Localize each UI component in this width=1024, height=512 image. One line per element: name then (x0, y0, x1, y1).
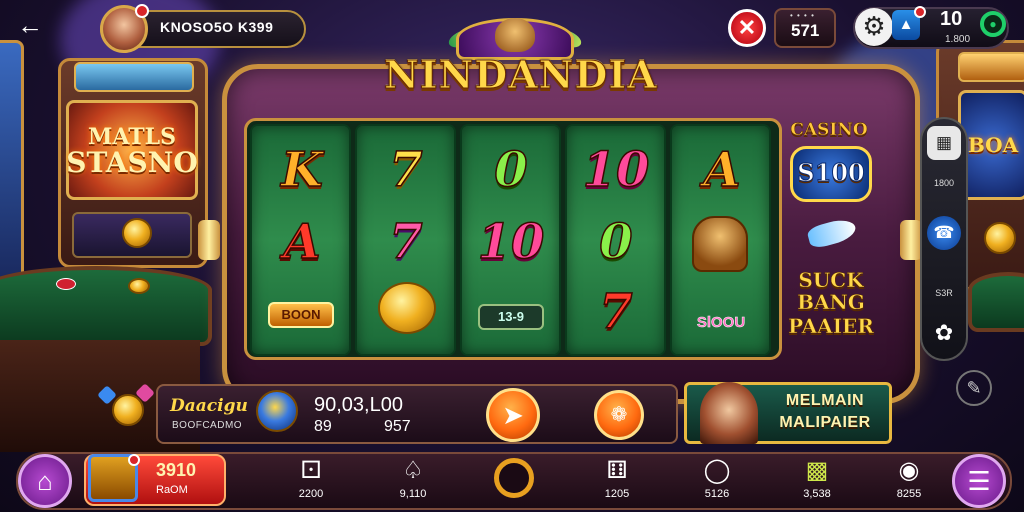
promo-line-3: PAAIER (788, 314, 874, 339)
medal-icon (256, 390, 298, 432)
nav-label-7: 8255 (896, 488, 922, 500)
left-machine-topscreen (74, 62, 194, 92)
autospin-button[interactable]: ❁ (594, 390, 644, 440)
reel-1-bottom-symbol: BOON (268, 302, 334, 328)
promo-host-avatar (700, 382, 758, 444)
nav-label-2: 9,110 (399, 488, 427, 500)
far-left-machine (0, 40, 24, 280)
reel-1-top-symbol: K (280, 141, 323, 199)
level-progress-text: 1.800 (945, 34, 971, 45)
table-chip-1 (128, 278, 150, 294)
nav-item-gamepad[interactable]: ◉ 8255 (874, 456, 944, 500)
gear-icon[interactable]: ⚙ (855, 8, 893, 46)
promo-line-1: SUCK (798, 268, 864, 293)
gems-pile-icon (97, 383, 155, 432)
edit-pen-icon[interactable]: ✎ (956, 370, 992, 406)
bet-stat-b: 957 (384, 418, 411, 435)
reel-3-top-symbol: 0 (494, 141, 529, 199)
left-machine-coin (122, 218, 152, 248)
chest-label: RaOM (156, 484, 188, 496)
counter-value: 571 (791, 21, 820, 40)
reel-3-bottom-symbol: 13-9 (478, 304, 544, 330)
bet-amount: 90,03,L00 (314, 394, 403, 416)
casino-label: CASINO (790, 120, 868, 141)
reel-5-bottom-symbol: SlOOU (696, 314, 746, 332)
casino-amount: S100 (797, 158, 865, 188)
rail-label-1: 1800 (933, 178, 955, 188)
left-machine-line2: STASNO (66, 146, 198, 179)
chat-icon[interactable]: ☎ (927, 216, 961, 250)
reel-2-top-symbol: 7 (389, 141, 424, 199)
reel-3-middle-symbol: 10 (477, 213, 545, 271)
nav-item-cards[interactable]: ♤ 9,110 (378, 456, 448, 500)
mascot-icon (495, 18, 535, 52)
nav-label-4: 1205 (604, 488, 630, 500)
bet-subtitle: BOOFCADMO (172, 420, 243, 431)
reel-2-gold-coin (378, 282, 436, 334)
right-reel-knob (900, 220, 922, 260)
left-machine-screen: MATLS STASNO (66, 100, 198, 200)
nav-label-5: 5126 (704, 488, 730, 500)
home-icon[interactable]: ⌂ (18, 454, 72, 508)
reel-4-bottom-symbol: 7 (599, 283, 634, 341)
reel-4-middle-symbol: 0 (599, 213, 634, 271)
dice-icon: ⚀ (300, 457, 322, 484)
gem-coin (112, 394, 144, 426)
bet-stat-a: 89 (314, 418, 332, 435)
reel-1-middle-symbol: A (283, 213, 322, 271)
grid-icon[interactable]: ▦ (927, 126, 961, 160)
pot-icon: ◯ (703, 457, 731, 484)
nav-item-pot[interactable]: ◯ 5126 (682, 456, 752, 500)
player-name: KNOSO5O K399 (160, 19, 274, 35)
level-ring-icon[interactable]: ● (980, 11, 1006, 37)
dice-icon-2: ⚅ (606, 457, 628, 484)
hamburger-menu-icon[interactable]: ☰ (952, 454, 1006, 508)
chest-badge (128, 454, 140, 466)
right-machine-coin (984, 222, 1016, 254)
nav-item-dice[interactable]: ⚀ 2200 (276, 456, 346, 500)
right-machine-line1: BOA (967, 133, 1019, 157)
close-icon[interactable]: ✕ (728, 9, 766, 47)
nav-item-cash[interactable]: ▩ 3,538 (782, 456, 852, 500)
nav-label-6: 3,538 (803, 488, 831, 500)
gamepad-icon: ◉ (898, 457, 920, 484)
nav-label-1: 2200 (298, 488, 324, 500)
notification-badge (135, 4, 149, 18)
counter-label: • • • • (790, 11, 815, 20)
reel-5-statue-icon (692, 216, 748, 272)
left-poker-table (0, 266, 212, 346)
spin-button[interactable]: ➤ (486, 388, 540, 442)
settings-flower-icon[interactable]: ✿ (927, 316, 961, 350)
table-chips-red (56, 278, 76, 290)
cards-icon: ♤ (402, 457, 424, 484)
right-poker-table (968, 272, 1024, 332)
promo-banner-line1: MELMAIN (785, 392, 865, 409)
level-number: 10 (940, 8, 963, 30)
rail-label-2: S3R (935, 288, 953, 298)
left-reel-knob (198, 220, 220, 260)
reel-5-top-symbol: A (703, 141, 742, 199)
leaderboard-badge (914, 6, 926, 18)
bet-title: Daacigu (170, 396, 248, 416)
chest-value: 3910 (156, 460, 197, 480)
right-machine-topscreen (958, 52, 1024, 82)
nav-item-ring[interactable] (494, 458, 534, 498)
reel-2-middle-symbol: 7 (389, 213, 424, 271)
promo-line-2: BANG (797, 290, 865, 315)
cash-icon: ▩ (805, 457, 829, 484)
game-title: NINDANDIA (384, 52, 658, 98)
nav-item-dice-2[interactable]: ⚅ 1205 (582, 456, 652, 500)
promo-banner-line2: MALIPAIER (779, 414, 871, 431)
reel-4-top-symbol: 10 (582, 141, 650, 199)
back-arrow-icon[interactable]: ← (12, 10, 48, 42)
